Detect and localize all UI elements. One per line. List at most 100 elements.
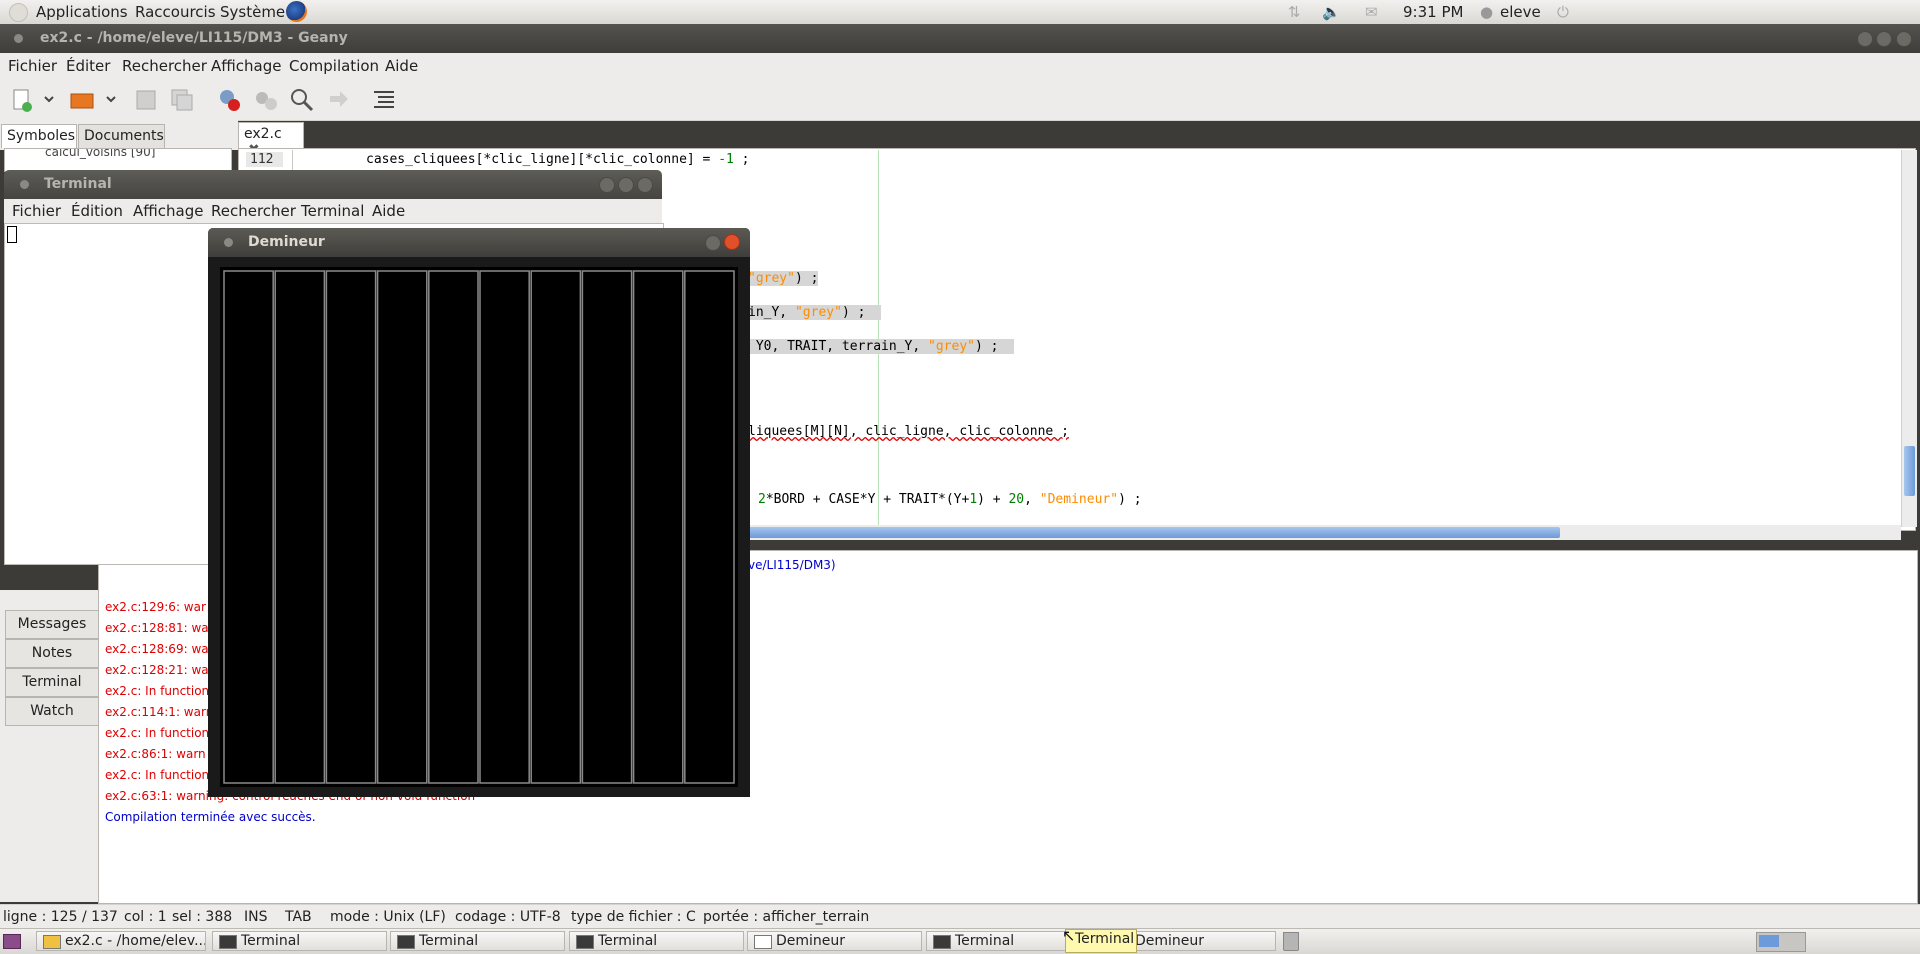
- open-folder-icon[interactable]: [68, 86, 96, 114]
- tab-watch[interactable]: Watch: [5, 697, 99, 726]
- volume-icon[interactable]: 🔈: [1322, 3, 1341, 21]
- board-column[interactable]: [376, 270, 428, 784]
- menu-compilation[interactable]: Compilation: [289, 57, 379, 75]
- system-menu[interactable]: Système: [220, 3, 285, 21]
- chevron-down-icon[interactable]: [104, 86, 118, 114]
- menu-affichage[interactable]: Affichage: [133, 202, 203, 220]
- board-column[interactable]: [581, 270, 633, 784]
- maximize-icon[interactable]: [1876, 31, 1892, 47]
- terminal-app-icon: [397, 935, 415, 949]
- board-column[interactable]: [223, 270, 274, 784]
- code-line: in_Y, "grey") ;: [748, 305, 882, 320]
- status-col: col : 1: [124, 909, 167, 925]
- menu-terminal[interactable]: Terminal: [301, 202, 364, 220]
- taskbar-tooltip: Terminal: [1065, 929, 1137, 953]
- mouse-cursor-icon: ↖: [1062, 926, 1076, 945]
- scrollbar-thumb[interactable]: [748, 527, 1560, 538]
- menu-aide[interactable]: Aide: [385, 57, 418, 75]
- terminal-app-icon: [576, 935, 594, 949]
- applications-menu[interactable]: Applications: [36, 3, 128, 21]
- compile-icon[interactable]: [216, 86, 244, 114]
- compiler-message[interactable]: ex2.c:114:1: warn: [105, 705, 213, 719]
- geany-statusbar: ligne : 125 / 137 col : 1 sel : 388 INS …: [0, 904, 1920, 929]
- firefox-icon[interactable]: [286, 1, 307, 22]
- tab-terminal[interactable]: Terminal: [5, 668, 99, 697]
- code-line: 2*BORD + CASE*Y + TRAIT*(Y+1) + 20, "Dem…: [758, 492, 1142, 507]
- save-icon[interactable]: [132, 86, 160, 114]
- user-name[interactable]: eleve: [1500, 3, 1541, 21]
- tab-messages[interactable]: Messages: [5, 610, 99, 639]
- compiler-message[interactable]: ex2.c: In function: [105, 726, 209, 740]
- taskbar-item-terminal[interactable]: Terminal: [390, 931, 565, 951]
- board-column[interactable]: [684, 270, 735, 784]
- menu-rechercher[interactable]: Rechercher: [211, 202, 296, 220]
- file-tab-ex2c[interactable]: ex2.c ✖: [238, 122, 304, 158]
- geany-menubar: Fichier Éditer Rechercher Affichage Comp…: [0, 53, 1920, 81]
- menu-rechercher[interactable]: Rechercher: [122, 57, 207, 75]
- board-column[interactable]: [428, 270, 479, 784]
- tab-symboles[interactable]: Symboles: [1, 124, 77, 148]
- compiler-message[interactable]: ex2.c:129:6: war: [105, 600, 206, 614]
- build-gears-icon[interactable]: [252, 86, 280, 114]
- compiler-message[interactable]: ex2.c:128:21: wa: [105, 663, 209, 677]
- compiler-message[interactable]: ex2.c: In function: [105, 684, 209, 698]
- editor-vertical-scrollbar[interactable]: [1901, 150, 1917, 527]
- symbol-item[interactable]: calcul_voisins [90]: [45, 149, 156, 159]
- menu-affichage[interactable]: Affichage: [211, 57, 281, 75]
- user-icon: ●: [1480, 3, 1494, 21]
- window-menu-icon[interactable]: [20, 180, 29, 189]
- ubuntu-logo-icon[interactable]: [9, 3, 28, 22]
- shortcuts-menu[interactable]: Raccourcis: [135, 3, 216, 21]
- menu-fichier[interactable]: Fichier: [12, 202, 61, 220]
- board-column[interactable]: [274, 270, 326, 784]
- menu-editer[interactable]: Éditer: [66, 57, 110, 75]
- tab-notes[interactable]: Notes: [5, 639, 99, 668]
- compiler-message[interactable]: ex2.c:86:1: warn: [105, 747, 206, 761]
- close-icon[interactable]: [637, 177, 653, 193]
- maximize-icon[interactable]: [618, 177, 634, 193]
- compiler-message[interactable]: ex2.c: In function: [105, 768, 209, 782]
- taskbar-item-demineur[interactable]: Demineur: [747, 931, 922, 951]
- symbol-tree[interactable]: calcul_voisins [90]: [4, 148, 232, 172]
- close-icon[interactable]: [1896, 31, 1912, 47]
- network-icon[interactable]: ⇅: [1288, 3, 1301, 21]
- status-line: ligne : 125 / 137: [3, 909, 118, 925]
- taskbar-item-geany[interactable]: ex2.c - /home/elev...: [36, 931, 206, 951]
- window-menu-icon[interactable]: [14, 34, 23, 43]
- minimize-icon[interactable]: [1857, 31, 1873, 47]
- trash-icon[interactable]: [1283, 932, 1299, 951]
- taskbar-item-terminal[interactable]: Terminal: [212, 931, 387, 951]
- minimize-icon[interactable]: [705, 235, 721, 251]
- menu-aide[interactable]: Aide: [372, 202, 405, 220]
- scrollbar-thumb[interactable]: [1904, 446, 1915, 496]
- jump-to-icon[interactable]: [324, 86, 352, 114]
- new-file-icon[interactable]: [8, 86, 36, 114]
- chevron-down-icon[interactable]: [42, 86, 56, 114]
- menu-edition[interactable]: Édition: [71, 202, 123, 220]
- compiler-message[interactable]: ex2.c:128:69: wa: [105, 642, 209, 656]
- compile-success-message[interactable]: Compilation terminée avec succès.: [105, 810, 316, 824]
- minimize-icon[interactable]: [599, 177, 615, 193]
- board-column[interactable]: [479, 270, 530, 784]
- power-icon[interactable]: ⏻: [1557, 3, 1569, 21]
- mail-icon[interactable]: ✉: [1365, 3, 1378, 21]
- menu-fichier[interactable]: Fichier: [8, 57, 57, 75]
- close-icon[interactable]: [724, 234, 740, 250]
- board-column[interactable]: [632, 270, 684, 784]
- board-column[interactable]: [530, 270, 582, 784]
- compiler-message[interactable]: ex2.c:128:81: wa: [105, 621, 209, 635]
- workspace-switcher[interactable]: [1756, 932, 1806, 952]
- window-menu-icon[interactable]: [224, 238, 233, 247]
- indent-icon[interactable]: [370, 86, 398, 114]
- geany-window-title: ex2.c - /home/eleve/LI115/DM3 - Geany: [40, 30, 348, 46]
- show-desktop-icon[interactable]: [3, 934, 21, 949]
- minesweeper-board[interactable]: [220, 267, 738, 787]
- status-sel: sel : 388: [172, 909, 233, 925]
- save-all-icon[interactable]: [168, 86, 196, 114]
- board-column[interactable]: [325, 270, 377, 784]
- taskbar-item-terminal[interactable]: Terminal: [569, 931, 744, 951]
- tab-documents[interactable]: Documents: [78, 124, 165, 148]
- clock[interactable]: 9:31 PM: [1403, 3, 1463, 21]
- terminal-titlebar: Terminal: [4, 170, 662, 199]
- search-icon[interactable]: [288, 86, 316, 114]
